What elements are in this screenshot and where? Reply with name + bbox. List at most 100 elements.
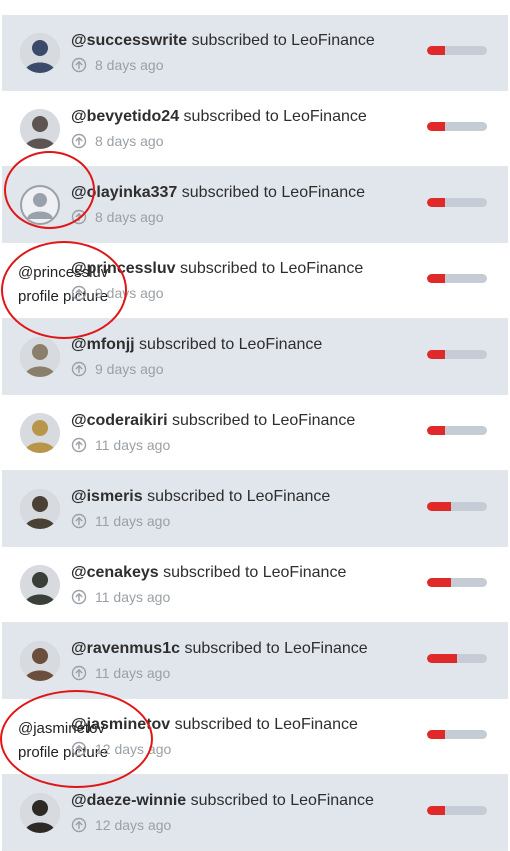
vote-progress-bar [427,654,487,663]
upvote-arrow-icon [71,209,87,225]
notification-feed: @successwrite subscribed to LeoFinance 8 … [2,0,508,851]
vote-progress-fill [427,426,445,435]
notification-text: @ismeris subscribed to LeoFinance [71,488,330,506]
upvote-arrow-icon [71,665,87,681]
vote-progress-fill [427,806,445,815]
notification-text: @ravenmus1c subscribed to LeoFinance [71,640,368,658]
notification-row[interactable]: @successwrite subscribed to LeoFinance 8 … [2,15,508,91]
upvote-arrow-icon [71,589,87,605]
vote-progress-fill [427,274,445,283]
action-text: subscribed to LeoFinance [191,32,375,49]
vote-progress-bar [427,350,487,359]
upvote-arrow-icon [71,741,87,757]
avatar[interactable] [20,337,60,377]
timestamp-row: 8 days ago [71,209,164,225]
notification-row[interactable]: @ismeris subscribed to LeoFinance 11 days… [2,471,508,547]
notification-text: @successwrite subscribed to LeoFinance [71,32,375,50]
vote-progress-bar [427,274,487,283]
vote-progress-fill [427,502,451,511]
vote-progress-fill [427,730,445,739]
notification-row[interactable]: @bevyetido24 subscribed to LeoFinance 8 d… [2,91,508,167]
username-link[interactable]: @daeze-winnie [71,792,186,809]
timestamp: 8 days ago [95,209,164,225]
vote-progress-bar [427,46,487,55]
vote-progress-fill [427,578,451,587]
notification-row[interactable]: @ravenmus1c subscribed to LeoFinance 11 d… [2,623,508,699]
avatar[interactable] [20,641,60,681]
vote-progress-bar [427,426,487,435]
action-text: subscribed to LeoFinance [190,792,374,809]
username-link[interactable]: @ismeris [71,488,143,505]
vote-progress-fill [427,654,457,663]
vote-progress-bar [427,806,487,815]
username-link[interactable]: @princessluv [71,260,176,277]
upvote-arrow-icon [71,817,87,833]
username-link[interactable]: @jasminetov [71,716,170,733]
username-link[interactable]: @olayinka337 [71,184,177,201]
timestamp: 9 days ago [95,285,164,301]
timestamp: 8 days ago [95,57,164,73]
action-text: subscribed to LeoFinance [183,108,367,125]
notification-row[interactable]: @daeze-winnie subscribed to LeoFinance 12… [2,775,508,851]
vote-progress-bar [427,730,487,739]
upvote-arrow-icon [71,133,87,149]
action-text: subscribed to LeoFinance [184,640,368,657]
action-text: subscribed to LeoFinance [139,336,323,353]
upvote-arrow-icon [71,437,87,453]
username-link[interactable]: @successwrite [71,32,187,49]
upvote-arrow-icon [71,361,87,377]
avatar[interactable] [20,489,60,529]
timestamp: 11 days ago [95,513,171,529]
upvote-arrow-icon [71,285,87,301]
timestamp-row: 11 days ago [71,589,170,605]
notification-row[interactable]: @cenakeys subscribed to LeoFinance 11 day… [2,547,508,623]
timestamp: 12 days ago [95,741,172,757]
timestamp: 11 days ago [95,589,171,605]
notification-text: @mfonjj subscribed to LeoFinance [71,336,322,354]
vote-progress-bar [427,122,487,131]
timestamp-row: 11 days ago [71,513,170,529]
notification-row[interactable]: @jasminetov profile picture @jasminetov s… [2,699,508,775]
username-link[interactable]: @cenakeys [71,564,159,581]
notification-row[interactable]: @olayinka337 subscribed to LeoFinance 8 d… [2,167,508,243]
username-link[interactable]: @bevyetido24 [71,108,179,125]
timestamp: 11 days ago [95,437,171,453]
avatar[interactable] [20,565,60,605]
avatar[interactable] [20,33,60,73]
timestamp-row: 9 days ago [71,361,164,377]
action-text: subscribed to LeoFinance [147,488,331,505]
timestamp-row: 12 days ago [71,817,171,833]
vote-progress-fill [427,350,445,359]
timestamp: 8 days ago [95,133,164,149]
vote-progress-bar [427,578,487,587]
action-text: subscribed to LeoFinance [174,716,358,733]
notification-row[interactable]: @coderaikiri subscribed to LeoFinance 11 … [2,395,508,471]
avatar[interactable] [20,793,60,833]
action-text: subscribed to LeoFinance [163,564,347,581]
vote-progress-fill [427,46,445,55]
action-text: subscribed to LeoFinance [171,412,356,429]
avatar[interactable] [20,413,60,453]
notification-text: @jasminetov subscribed to LeoFinance [71,716,358,734]
timestamp-row: 8 days ago [71,57,164,73]
vote-progress-fill [427,122,445,131]
upvote-arrow-icon [71,57,87,73]
vote-progress-bar [427,502,487,511]
notification-row[interactable]: @mfonjj subscribed to LeoFinance 9 days a… [2,319,508,395]
username-link[interactable]: @mfonjj [71,336,135,353]
action-text: subscribed to LeoFinance [179,260,364,277]
username-link[interactable]: @ravenmus1c [71,640,180,657]
timestamp-row: 11 days ago [71,437,170,453]
notification-text: @daeze-winnie subscribed to LeoFinance [71,792,374,810]
notification-row[interactable]: @princessluv profile picture @princessluv… [2,243,508,319]
notification-text: @bevyetido24 subscribed to LeoFinance [71,108,367,126]
timestamp: 11 days ago [95,665,171,681]
default-avatar-icon[interactable] [20,185,60,225]
timestamp-row: 12 days ago [71,741,171,757]
username-link[interactable]: @coderaikiri [71,412,168,429]
vote-progress-fill [427,198,445,207]
avatar[interactable] [20,109,60,149]
action-text: subscribed to LeoFinance [181,184,366,201]
notification-text: @cenakeys subscribed to LeoFinance [71,564,346,582]
notification-text: @princessluv subscribed to LeoFinance [71,260,363,278]
